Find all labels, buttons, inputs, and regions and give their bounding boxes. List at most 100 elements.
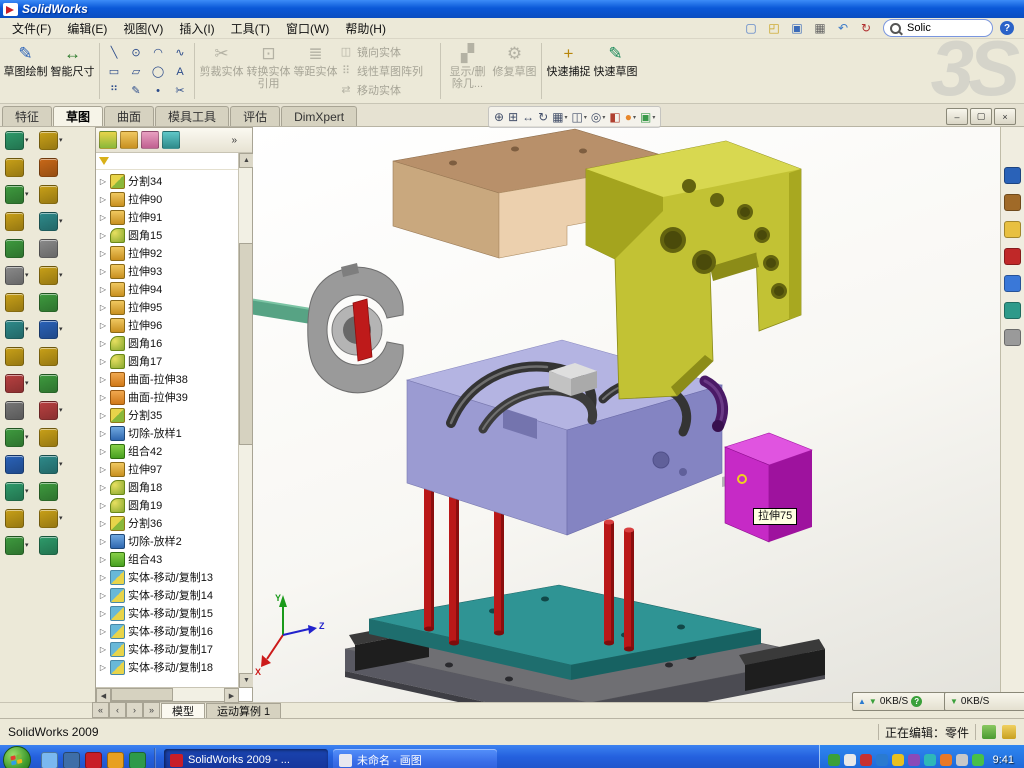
expand-arrow-icon[interactable]: ▷	[99, 411, 107, 420]
network-tray-icon[interactable]	[876, 754, 888, 766]
tab-曲面[interactable]: 曲面	[104, 106, 154, 126]
flyout-caret-icon[interactable]: ▾	[652, 114, 655, 121]
solidworks-launcher-icon[interactable]	[85, 752, 102, 768]
antivirus-tray-icon[interactable]	[828, 754, 840, 766]
menu-item[interactable]: 文件(F)	[4, 18, 59, 39]
undo-icon[interactable]: ↶	[833, 19, 853, 38]
pan-icon[interactable]: ↔	[521, 110, 535, 124]
menu-item[interactable]: 帮助(H)	[337, 18, 394, 39]
search-input[interactable]	[905, 21, 969, 35]
freehand-icon[interactable]: ✎	[125, 81, 147, 100]
network-speed-indicator[interactable]: ▼ 0KB/S	[944, 692, 1024, 711]
flyout-caret-icon[interactable]: ▾	[59, 325, 63, 333]
left-toolbar-icon[interactable]: ▾	[5, 320, 33, 338]
left-toolbar-icon[interactable]	[5, 401, 33, 419]
filter-icon[interactable]	[99, 157, 109, 165]
tree-item[interactable]: ▷实体-移动/复制13	[99, 568, 238, 586]
prev-tab-icon[interactable]: ‹	[109, 702, 126, 718]
expand-arrow-icon[interactable]: ▷	[99, 483, 107, 492]
rapid-sketch-button[interactable]: ✎快速草图	[592, 40, 639, 102]
tab-模具工具[interactable]: 模具工具	[155, 106, 229, 126]
flyout-caret-icon[interactable]: ▾	[59, 136, 63, 144]
appearances-icon[interactable]: ●▾	[624, 110, 637, 124]
expand-arrow-icon[interactable]: ▷	[99, 429, 107, 438]
propertymanager-tab-icon[interactable]	[120, 131, 138, 149]
scene-icon[interactable]: ▣▾	[639, 110, 656, 124]
tree-vertical-scrollbar[interactable]: ▲ ▼	[238, 153, 252, 688]
left-toolbar-icon[interactable]: ▾	[39, 131, 67, 149]
scrollbar-thumb[interactable]	[239, 243, 253, 445]
expand-arrow-icon[interactable]: ▷	[99, 555, 107, 564]
design-library-icon[interactable]	[1004, 194, 1021, 211]
flyout-caret-icon[interactable]: ▾	[584, 114, 587, 121]
tree-item[interactable]: ▷切除-放样2	[99, 532, 238, 550]
taskbar-task-button[interactable]: SolidWorks 2009 - ...	[164, 749, 328, 768]
expand-arrow-icon[interactable]: ▷	[99, 231, 107, 240]
left-toolbar-icon[interactable]: ▾	[39, 509, 67, 527]
flyout-caret-icon[interactable]: ▾	[59, 514, 63, 522]
expand-arrow-icon[interactable]: ▷	[99, 321, 107, 330]
view-orientation-icon[interactable]: ▦▾	[551, 110, 568, 124]
taskbar-task-button[interactable]: 未命名 - 画图	[333, 749, 497, 768]
flyout-caret-icon[interactable]: ▾	[565, 114, 568, 121]
scroll-up-icon[interactable]: ▲	[239, 153, 254, 168]
scroll-right-icon[interactable]: ▶	[224, 688, 239, 703]
file-explorer-icon[interactable]	[1004, 221, 1021, 238]
menu-item[interactable]: 视图(V)	[115, 18, 171, 39]
help-bubble-icon[interactable]: ?	[911, 696, 922, 707]
flyout-caret-icon[interactable]: ▾	[25, 379, 29, 387]
scrollbar-thumb[interactable]	[111, 688, 173, 701]
expand-arrow-icon[interactable]: ▷	[99, 267, 107, 276]
download-tray-icon[interactable]	[940, 754, 952, 766]
part-side-block[interactable]	[725, 433, 812, 542]
open-icon[interactable]: ◰	[764, 19, 784, 38]
flyout-caret-icon[interactable]: ▾	[25, 271, 29, 279]
tree-item[interactable]: ▷实体-移动/复制17	[99, 640, 238, 658]
left-toolbar-icon[interactable]	[5, 239, 33, 257]
left-toolbar-icon[interactable]: ▾	[39, 266, 67, 284]
ellipse-icon[interactable]: ◯	[147, 62, 169, 81]
expand-arrow-icon[interactable]: ▷	[99, 177, 107, 186]
minimize-icon[interactable]: –	[946, 108, 968, 125]
left-toolbar-icon[interactable]	[39, 482, 67, 500]
left-toolbar-icon[interactable]	[5, 158, 33, 176]
featuremanager-tab-icon[interactable]	[99, 131, 117, 149]
flyout-caret-icon[interactable]: ▾	[59, 406, 63, 414]
input-method-tray-icon[interactable]	[908, 754, 920, 766]
tree-item[interactable]: ▷切除-放样1	[99, 424, 238, 442]
line-icon[interactable]: ╲	[103, 43, 125, 62]
left-toolbar-icon[interactable]: ▾	[5, 185, 33, 203]
flyout-caret-icon[interactable]: ▾	[25, 487, 29, 495]
save-icon[interactable]: ▣	[787, 19, 807, 38]
tree-item[interactable]: ▷拉伸96	[99, 316, 238, 334]
expand-arrow-icon[interactable]: ▷	[99, 447, 107, 456]
circle-icon[interactable]: ⊙	[125, 43, 147, 62]
document-recovery-icon[interactable]	[1004, 329, 1021, 346]
left-toolbar-icon[interactable]: ▾	[5, 131, 33, 149]
expand-arrow-icon[interactable]: ▷	[99, 627, 107, 636]
expand-arrow-icon[interactable]: ▷	[99, 393, 107, 402]
next-tab-icon[interactable]: ›	[126, 702, 143, 718]
sketch-text-icon[interactable]: A	[169, 62, 191, 81]
tab-草图[interactable]: 草图	[53, 106, 103, 126]
search-box[interactable]	[883, 19, 993, 37]
left-toolbar-icon[interactable]: ▾	[39, 455, 67, 473]
left-toolbar-icon[interactable]: ▾	[39, 320, 67, 338]
tree-item[interactable]: ▷分割35	[99, 406, 238, 424]
update-tray-icon[interactable]	[844, 754, 856, 766]
close-icon[interactable]: ×	[994, 108, 1016, 125]
sketch-button[interactable]: ✎草图绘制	[2, 40, 49, 102]
tree-item[interactable]: ▷组合43	[99, 550, 238, 568]
tree-item[interactable]: ▷圆角16	[99, 334, 238, 352]
scroll-down-icon[interactable]: ▼	[239, 673, 254, 688]
left-toolbar-icon[interactable]	[39, 158, 67, 176]
appearances-scenes-icon[interactable]	[1004, 275, 1021, 292]
menu-item[interactable]: 编辑(E)	[59, 18, 115, 39]
expand-arrow-icon[interactable]: ▷	[99, 303, 107, 312]
left-toolbar-icon[interactable]: ▾	[5, 266, 33, 284]
media-player-icon[interactable]	[107, 752, 124, 768]
tree-item[interactable]: ▷拉伸94	[99, 280, 238, 298]
left-toolbar-icon[interactable]: ▾	[39, 401, 67, 419]
flyout-caret-icon[interactable]: ▾	[25, 136, 29, 144]
left-toolbar-icon[interactable]: ▾	[39, 212, 67, 230]
